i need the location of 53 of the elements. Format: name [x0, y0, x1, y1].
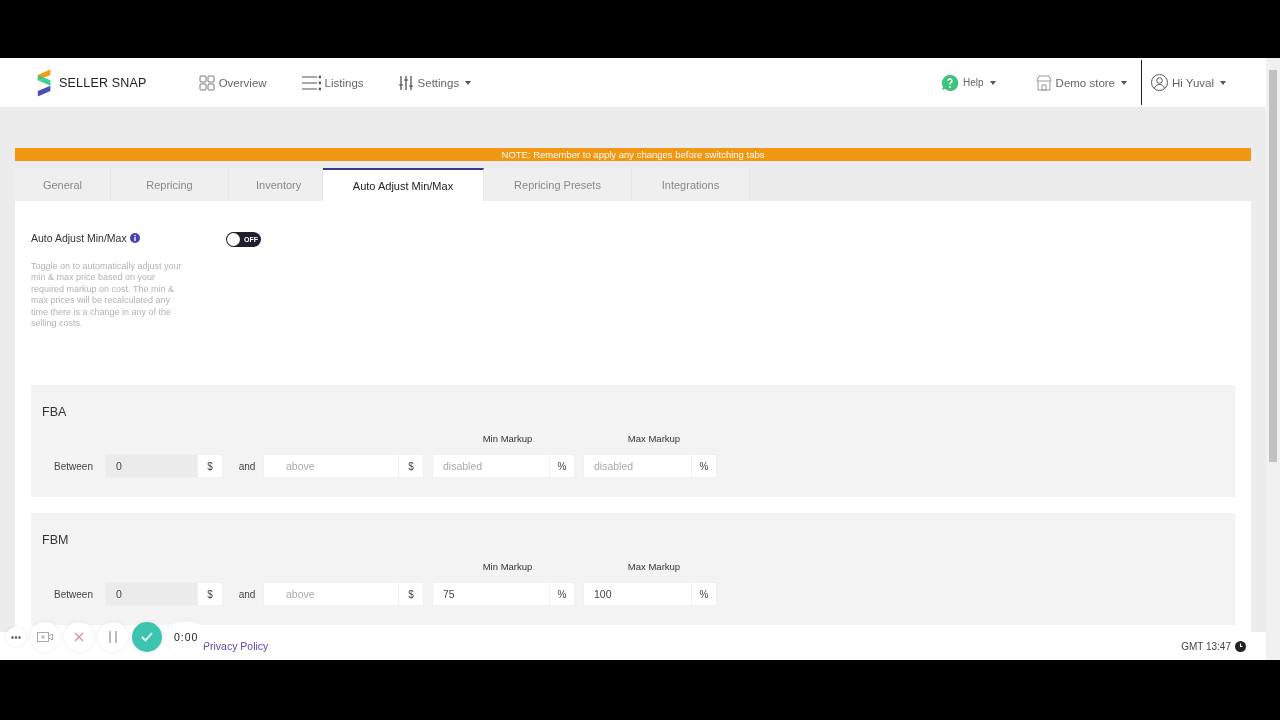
menu-link[interactable]: Demo store — [1035, 74, 1127, 91]
unit-addon: $ — [197, 454, 223, 478]
field-label: and — [237, 460, 257, 472]
column-label: Max Markup — [626, 433, 682, 444]
unit-addon: $ — [398, 582, 424, 606]
close-icon — [74, 632, 84, 642]
section-title: FBM — [42, 533, 70, 547]
grid-icon — [198, 74, 215, 91]
input-field[interactable]: disabled — [432, 454, 549, 478]
help-icon — [941, 73, 959, 92]
input-field[interactable]: 0 — [105, 454, 197, 478]
time-text: GMT 13:47 — [1181, 640, 1231, 652]
tab[interactable]: Auto Adjust Min/Max — [323, 168, 484, 201]
input-field[interactable]: 75 — [432, 582, 549, 606]
unit-addon: % — [549, 582, 575, 606]
field-label: and — [237, 588, 257, 600]
nav-link[interactable]: Settings — [397, 74, 472, 91]
store-icon — [1035, 74, 1052, 91]
setting-label: Auto Adjust Min/Max — [31, 232, 127, 244]
sliders-icon — [397, 74, 414, 91]
scrollbar-thumb[interactable] — [1269, 70, 1277, 462]
list-icon — [300, 74, 321, 91]
column-label: Min Markup — [481, 561, 534, 572]
nav-link[interactable]: Overview — [198, 74, 267, 91]
column-label: Min Markup — [481, 433, 534, 444]
nav-link[interactable]: Listings — [300, 74, 364, 91]
unit-addon: $ — [197, 582, 223, 606]
privacy-link[interactable]: Privacy Policy — [203, 640, 269, 652]
unit-addon: % — [549, 454, 575, 478]
field-label: Between — [53, 588, 94, 600]
menu-link[interactable]: Hi Yuval — [1141, 60, 1226, 105]
input-field[interactable]: 0 — [105, 582, 197, 606]
info-icon — [129, 233, 140, 243]
field-label: Between — [53, 460, 94, 472]
clock-icon — [1235, 640, 1246, 652]
brand-name: SELLER SNAP — [59, 75, 147, 90]
unit-addon: $ — [398, 454, 424, 478]
check-icon — [141, 632, 153, 642]
menu-link[interactable]: Help — [941, 73, 996, 92]
notice-banner: NOTE: Remember to apply any changes before switching tabs — [15, 148, 1251, 161]
pause-icon — [109, 631, 117, 643]
input-field[interactable]: above — [263, 454, 398, 478]
unit-addon: % — [691, 454, 717, 478]
user-icon — [1151, 74, 1168, 91]
more-icon — [11, 635, 21, 639]
more-button[interactable] — [6, 627, 26, 647]
input-field[interactable]: disabled — [583, 454, 691, 478]
input-field[interactable]: 100 — [583, 582, 691, 606]
camera-icon — [37, 631, 53, 643]
section-title: FBA — [42, 405, 68, 419]
column-label: Max Markup — [626, 561, 682, 572]
input-field[interactable]: above — [263, 582, 398, 606]
unit-addon: % — [691, 582, 717, 606]
